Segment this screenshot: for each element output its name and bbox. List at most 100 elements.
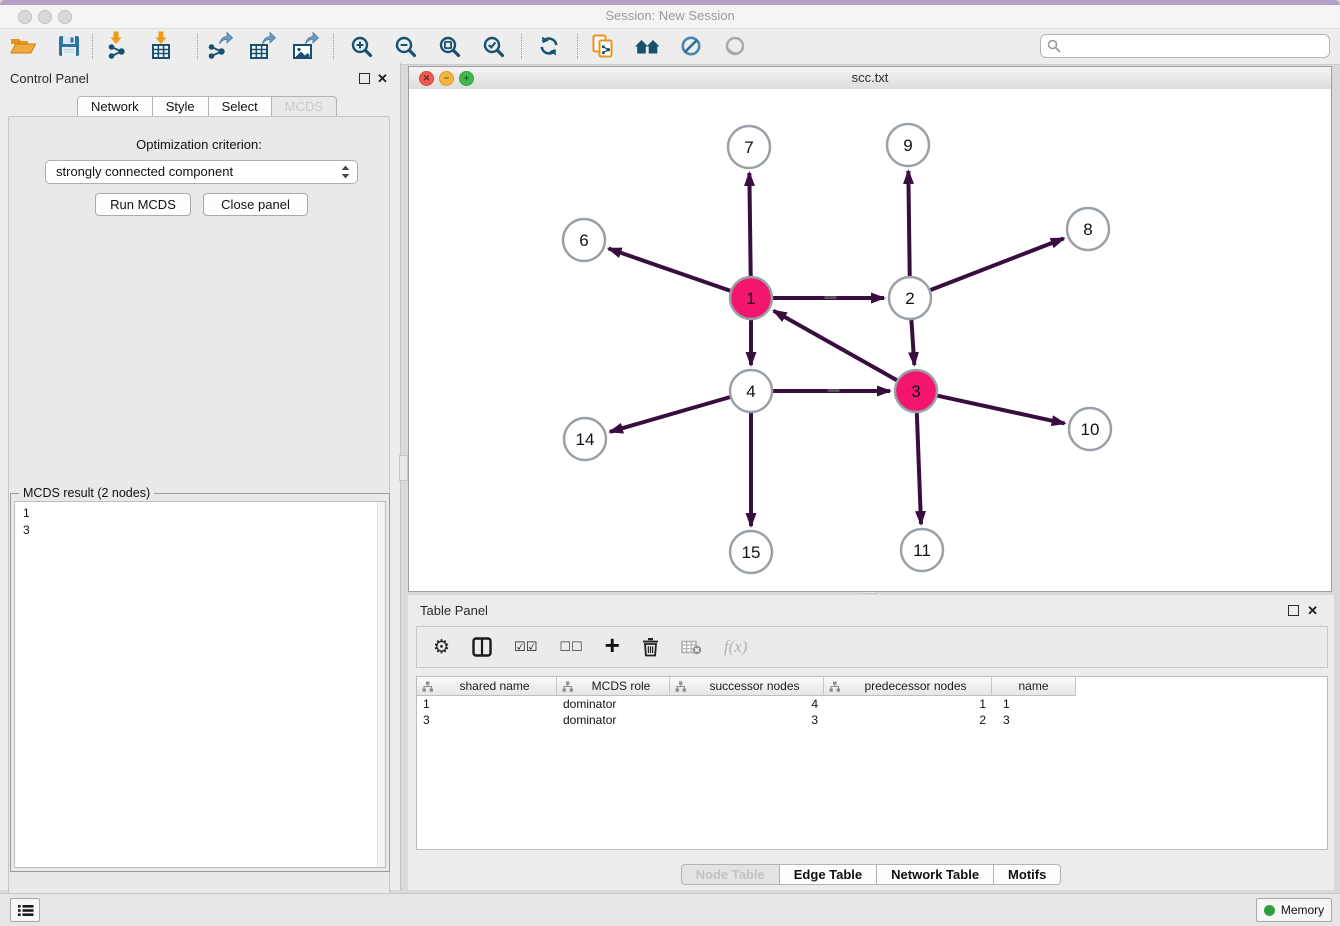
graph-edge-1-7[interactable] — [749, 173, 750, 276]
float-panel-icon[interactable] — [359, 73, 370, 84]
zoom-selected-icon[interactable] — [478, 32, 508, 60]
graph-edge-3-11[interactable] — [917, 413, 921, 524]
column-header-name[interactable]: name — [992, 677, 1076, 696]
close-table-panel-icon[interactable]: ✕ — [1307, 604, 1318, 617]
deselect-all-checkboxes-icon[interactable]: ☐☐ — [559, 632, 582, 662]
graph-edge-2-3[interactable] — [911, 320, 914, 365]
graph-node-label: 6 — [579, 231, 588, 250]
tab-edge-table[interactable]: Edge Table — [780, 864, 877, 885]
edge-label-mark — [825, 296, 837, 299]
graph-node-label: 3 — [911, 382, 920, 401]
graph-node-label: 9 — [903, 136, 912, 155]
zoom-fit-icon[interactable] — [434, 32, 464, 60]
cell: dominator — [557, 712, 670, 728]
mcds-result-groupbox: MCDS result (2 nodes) 1 3 — [10, 493, 390, 872]
graph-edge-3-1[interactable] — [774, 311, 897, 380]
list-icon — [17, 904, 34, 917]
run-mcds-button[interactable]: Run MCDS — [95, 193, 191, 216]
table-header-row: shared nameMCDS rolesuccessor nodesprede… — [417, 677, 1327, 696]
cell: 3 — [670, 712, 824, 728]
delete-table-icon[interactable] — [681, 632, 702, 662]
table-row[interactable]: 1dominator411 — [417, 696, 1327, 712]
result-line: 1 — [15, 502, 385, 522]
tab-network[interactable]: Network — [77, 96, 153, 118]
graph-edge-3-10[interactable] — [937, 396, 1064, 424]
graph-edge-1-6[interactable] — [609, 249, 731, 291]
graph-node-label: 7 — [744, 138, 753, 157]
optimization-criterion-label: Optimization criterion: — [9, 137, 389, 152]
eye-icon[interactable] — [720, 32, 750, 60]
control-panel-title: Control Panel — [10, 71, 89, 86]
main-toolbar — [0, 28, 1340, 65]
export-table-icon[interactable] — [247, 32, 277, 60]
search-icon — [1047, 39, 1061, 53]
close-panel-icon[interactable]: ✕ — [377, 72, 388, 85]
import-table-icon[interactable] — [146, 32, 176, 60]
task-history-button[interactable] — [10, 898, 40, 922]
search-field[interactable] — [1040, 34, 1330, 58]
search-input[interactable] — [1065, 36, 1324, 56]
graph-node-label: 2 — [905, 289, 914, 308]
function-builder-icon[interactable]: f(x) — [724, 632, 748, 662]
memory-button[interactable]: Memory — [1256, 898, 1332, 922]
houses-icon[interactable] — [632, 32, 662, 60]
export-network-icon[interactable] — [204, 32, 234, 60]
graph-edge-4-14[interactable] — [610, 397, 730, 432]
float-table-panel-icon[interactable] — [1288, 605, 1299, 616]
optimization-criterion-select[interactable]: strongly connected component — [45, 160, 358, 184]
network-window-titlebar[interactable]: ✕ − + scc.txt — [409, 67, 1331, 90]
network-graph[interactable]: 1234678910111415 — [409, 89, 1331, 591]
open-session-icon[interactable] — [8, 32, 38, 60]
duplicate-network-icon[interactable] — [588, 32, 618, 60]
tab-mcds[interactable]: MCDS — [272, 96, 337, 118]
toolbar-separator — [577, 34, 578, 59]
column-header-shared-name[interactable]: shared name — [417, 677, 557, 696]
table-row[interactable]: 3dominator323 — [417, 712, 1327, 728]
save-session-icon[interactable] — [54, 32, 84, 60]
toolbar-separator — [197, 34, 198, 59]
zoom-in-icon[interactable] — [346, 32, 376, 60]
split-columns-icon[interactable] — [472, 632, 492, 662]
refresh-icon[interactable] — [534, 32, 564, 60]
cell: 1 — [992, 696, 1076, 712]
network-window-title: scc.txt — [409, 70, 1331, 85]
graph-node-label: 4 — [746, 382, 755, 401]
import-network-icon[interactable] — [102, 32, 132, 60]
tab-select[interactable]: Select — [209, 96, 272, 118]
column-header-successor-nodes[interactable]: successor nodes — [670, 677, 824, 696]
cell: 3 — [992, 712, 1076, 728]
zoom-out-icon[interactable] — [390, 32, 420, 60]
tab-motifs[interactable]: Motifs — [994, 864, 1061, 885]
node-table: shared nameMCDS rolesuccessor nodesprede… — [416, 676, 1328, 850]
circle-slash-icon[interactable] — [676, 32, 706, 60]
cell: 2 — [824, 712, 992, 728]
status-bar: Memory — [0, 893, 1340, 926]
network-canvas[interactable]: 1234678910111415 — [409, 89, 1331, 591]
result-scrollbar[interactable] — [377, 502, 385, 867]
mcds-result-textarea[interactable]: 1 3 — [14, 501, 386, 868]
tab-network-table[interactable]: Network Table — [877, 864, 994, 885]
graph-node-label: 14 — [576, 430, 595, 449]
tab-node-table[interactable]: Node Table — [681, 864, 780, 885]
graph-node-label: 11 — [913, 541, 931, 560]
graph-node-label: 8 — [1083, 220, 1092, 239]
tab-style[interactable]: Style — [153, 96, 209, 118]
gear-icon[interactable]: ⚙ — [433, 632, 450, 662]
memory-label: Memory — [1281, 903, 1324, 917]
add-icon[interactable]: + — [605, 630, 620, 660]
graph-edge-2-9[interactable] — [908, 171, 909, 276]
cell: 1 — [417, 696, 557, 712]
trash-icon[interactable] — [642, 632, 659, 662]
vertical-splitter-grip[interactable] — [399, 455, 408, 481]
close-panel-button[interactable]: Close panel — [203, 193, 308, 216]
column-header-MCDS-role[interactable]: MCDS role — [557, 677, 670, 696]
select-all-checkboxes-icon[interactable]: ☑☑ — [514, 632, 537, 662]
export-image-icon[interactable] — [290, 32, 320, 60]
graph-node-label: 15 — [742, 543, 761, 562]
column-header-predecessor-nodes[interactable]: predecessor nodes — [824, 677, 992, 696]
graph-node-label: 1 — [746, 289, 755, 308]
graph-edge-2-8[interactable] — [931, 238, 1064, 290]
result-line: 3 — [15, 522, 385, 539]
table-panel-title: Table Panel — [420, 603, 488, 618]
toolbar-separator — [333, 34, 334, 59]
